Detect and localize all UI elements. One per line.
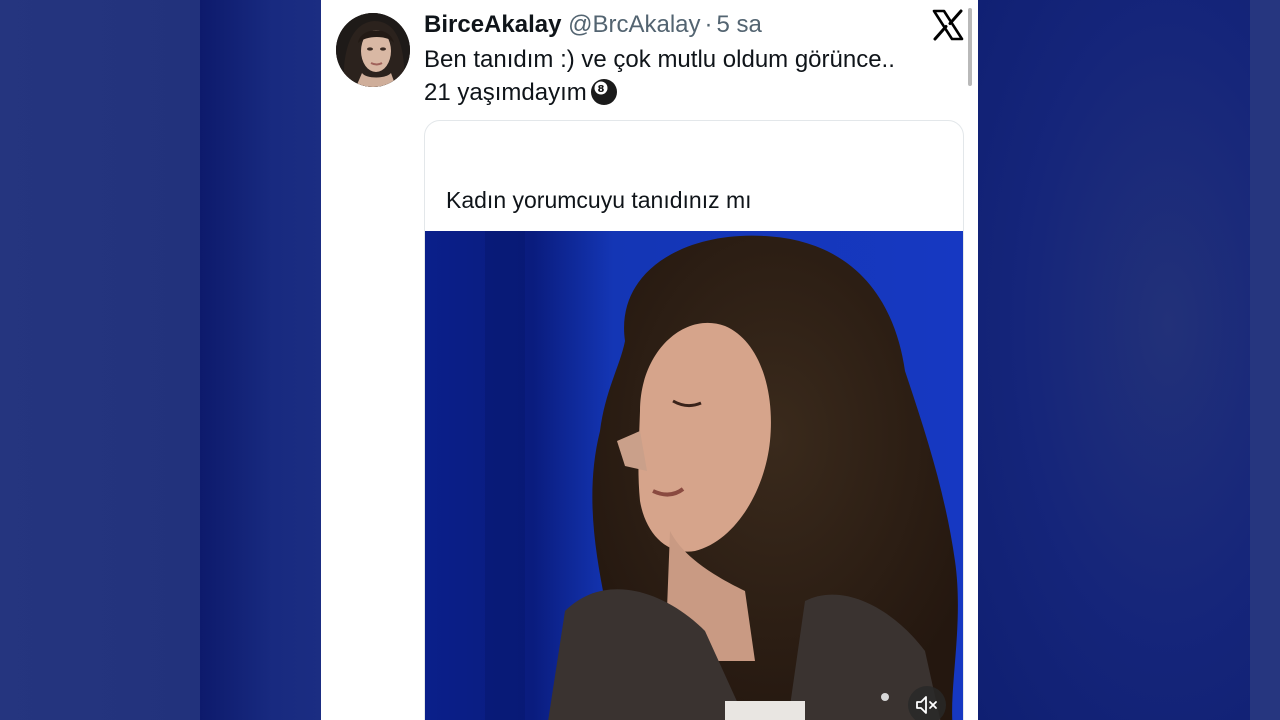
tweet-header: BirceAkalay @BrcAkalay · 5 sa xyxy=(424,10,762,40)
background-left-edge xyxy=(200,0,321,720)
mute-button[interactable] xyxy=(908,686,946,720)
background-right xyxy=(978,0,1250,720)
tweet-card: BirceAkalay @BrcAkalay · 5 sa Ben tanıdım … xyxy=(321,0,978,720)
background-right-edge xyxy=(1250,0,1280,720)
8-ball-emoji-icon: 8 xyxy=(590,79,617,105)
x-logo-icon[interactable] xyxy=(931,8,965,42)
video-frame xyxy=(425,231,963,720)
tweet-text-line-2-text: 21 yaşımdayım xyxy=(424,79,587,106)
header-separator: · xyxy=(704,11,713,38)
background-left xyxy=(0,0,200,720)
display-name[interactable]: BirceAkalay xyxy=(424,11,561,38)
tweet-text-line-2: 21 yaşımdayım 8 xyxy=(424,76,944,109)
video-player[interactable] xyxy=(425,231,963,720)
avatar[interactable] xyxy=(336,13,410,87)
quoted-tweet[interactable]: Kadın yorumcuyu tanıdınız mı xyxy=(424,120,964,720)
tweet-text: Ben tanıdım :) ve çok mutlu oldum görünc… xyxy=(424,43,944,109)
timestamp[interactable]: 5 sa xyxy=(717,11,762,38)
quoted-tweet-text: Kadın yorumcuyu tanıdınız mı xyxy=(446,187,752,213)
scrollbar[interactable] xyxy=(968,8,972,86)
svg-text:8: 8 xyxy=(597,84,604,95)
tweet-text-line-1: Ben tanıdım :) ve çok mutlu oldum görünc… xyxy=(424,46,895,73)
user-handle[interactable]: @BrcAkalay xyxy=(568,11,700,38)
mute-icon xyxy=(916,696,937,714)
